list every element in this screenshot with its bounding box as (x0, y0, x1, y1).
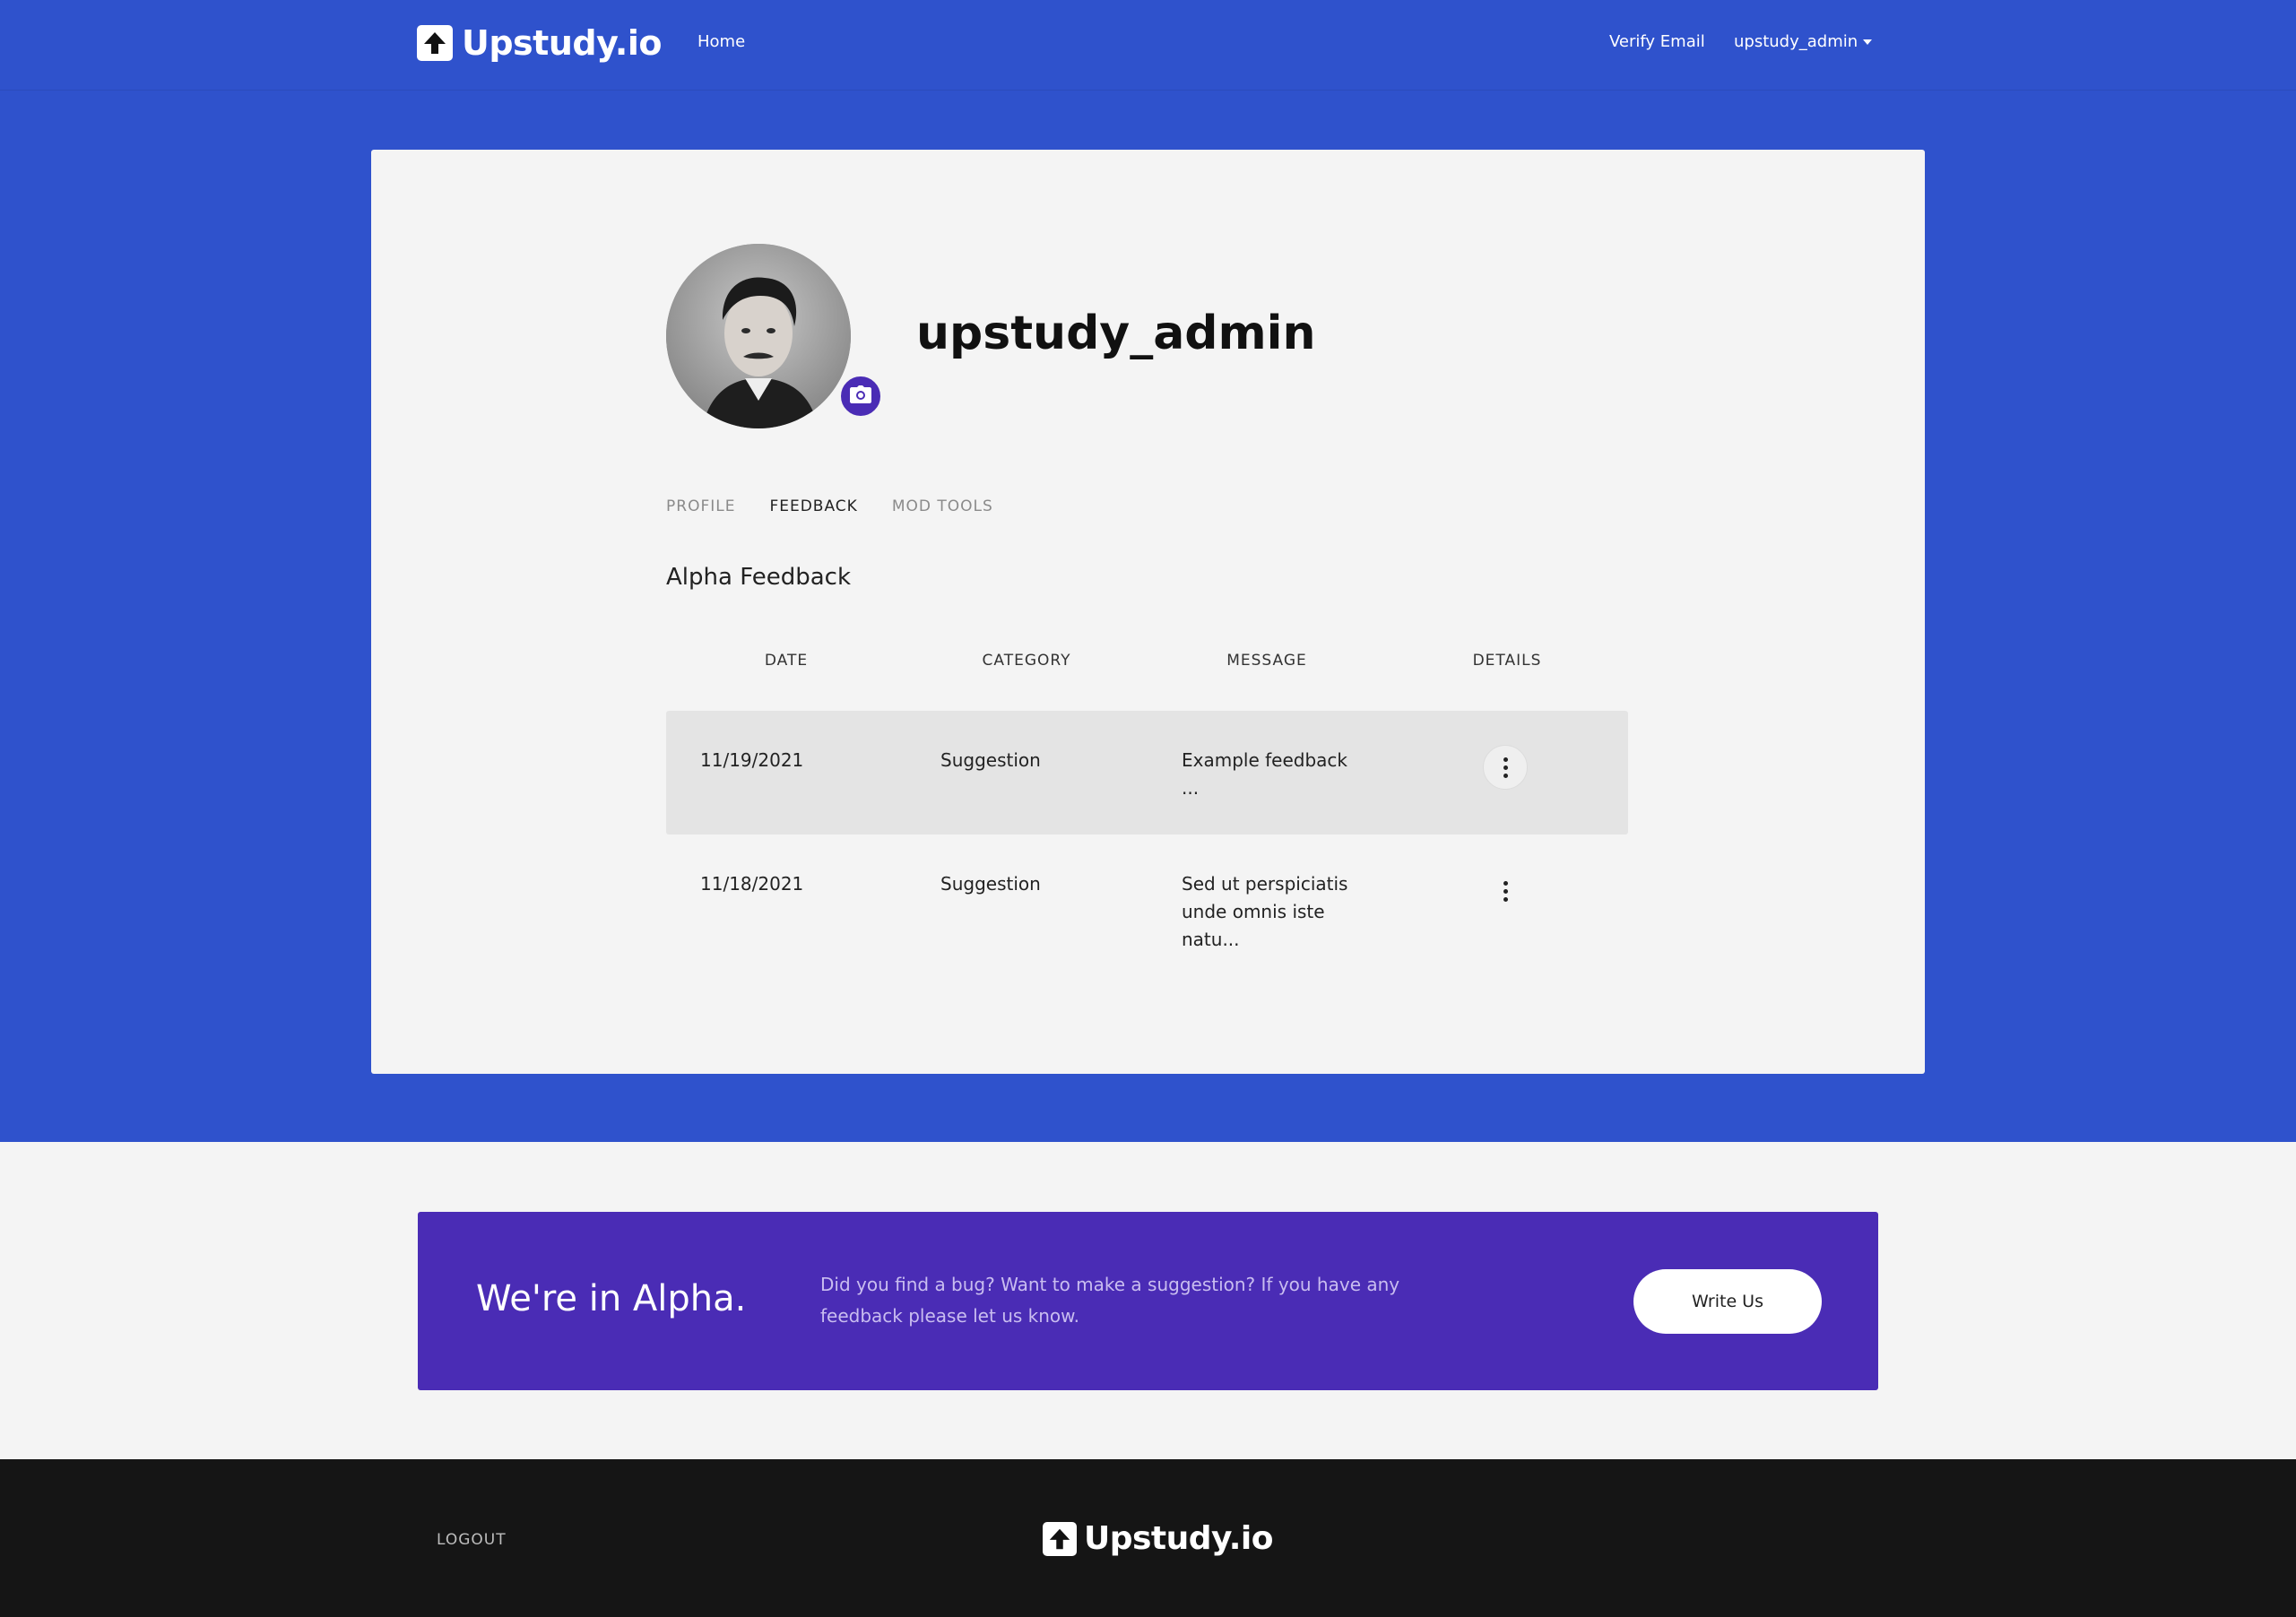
logout-link[interactable]: LOGOUT (437, 1531, 507, 1549)
write-us-button[interactable]: Write Us (1633, 1269, 1822, 1334)
alpha-banner: We're in Alpha. Did you find a bug? Want… (418, 1212, 1878, 1390)
arrow-up-logo-icon (1043, 1521, 1077, 1556)
navbar: Upstudy.io Home Verify Email upstudy_adm… (0, 0, 2296, 91)
row-category: Suggestion (940, 873, 1041, 895)
header-details: DETAILS (1472, 652, 1542, 670)
profile-card: upstudy_admin PROFILE FEEDBACK MOD TOOLS… (371, 150, 1925, 1074)
kebab-menu-icon (1503, 880, 1508, 886)
row-date: 11/19/2021 (700, 749, 804, 771)
table-row[interactable]: 11/19/2021 Suggestion Example feedback .… (666, 711, 1628, 834)
table-row[interactable]: 11/18/2021 Suggestion Sed ut perspiciati… (666, 834, 1628, 958)
brand-link[interactable]: Upstudy.io (417, 23, 662, 63)
avatar-container (666, 244, 883, 432)
banner-text: Did you find a bug? Want to make a sugge… (820, 1274, 1400, 1327)
camera-icon (850, 385, 871, 407)
change-avatar-button[interactable] (838, 374, 883, 419)
banner-title: We're in Alpha. (476, 1278, 747, 1319)
arrow-up-logo-icon (417, 25, 453, 61)
nav-home-link[interactable]: Home (697, 32, 745, 51)
user-dropdown[interactable]: upstudy_admin (1734, 32, 1873, 51)
tab-profile[interactable]: PROFILE (666, 497, 735, 515)
user-dropdown-label: upstudy_admin (1734, 32, 1858, 51)
row-category: Suggestion (940, 749, 1041, 771)
profile-tabs: PROFILE FEEDBACK MOD TOOLS (666, 497, 993, 515)
footer: LOGOUT Upstudy.io (0, 1459, 2296, 1617)
header-message: MESSAGE (1226, 652, 1307, 670)
row-date: 11/18/2021 (700, 873, 804, 895)
caret-down-icon (1863, 39, 1873, 45)
kebab-menu-icon (1503, 757, 1508, 762)
row-message: Example feedback ... (1182, 749, 1347, 799)
hero-section: Upstudy.io Home Verify Email upstudy_adm… (0, 0, 2296, 1142)
row-details-button[interactable] (1483, 745, 1528, 790)
avatar (666, 244, 851, 428)
footer-brand-link[interactable]: Upstudy.io (1043, 1520, 1273, 1557)
footer-brand-name: Upstudy.io (1084, 1520, 1273, 1557)
profile-username: upstudy_admin (916, 307, 1316, 360)
verify-email-link[interactable]: Verify Email (1609, 32, 1705, 51)
brand-name: Upstudy.io (462, 23, 662, 63)
header-category: CATEGORY (982, 652, 1071, 670)
tab-mod-tools[interactable]: MOD TOOLS (892, 497, 993, 515)
row-details-button[interactable] (1483, 869, 1528, 913)
table-header: DATE CATEGORY MESSAGE DETAILS (666, 652, 1628, 687)
header-date: DATE (764, 652, 809, 670)
row-message: Sed ut perspiciatis unde omnis iste natu… (1182, 873, 1348, 950)
tab-feedback[interactable]: FEEDBACK (769, 497, 857, 515)
section-title: Alpha Feedback (666, 564, 852, 591)
